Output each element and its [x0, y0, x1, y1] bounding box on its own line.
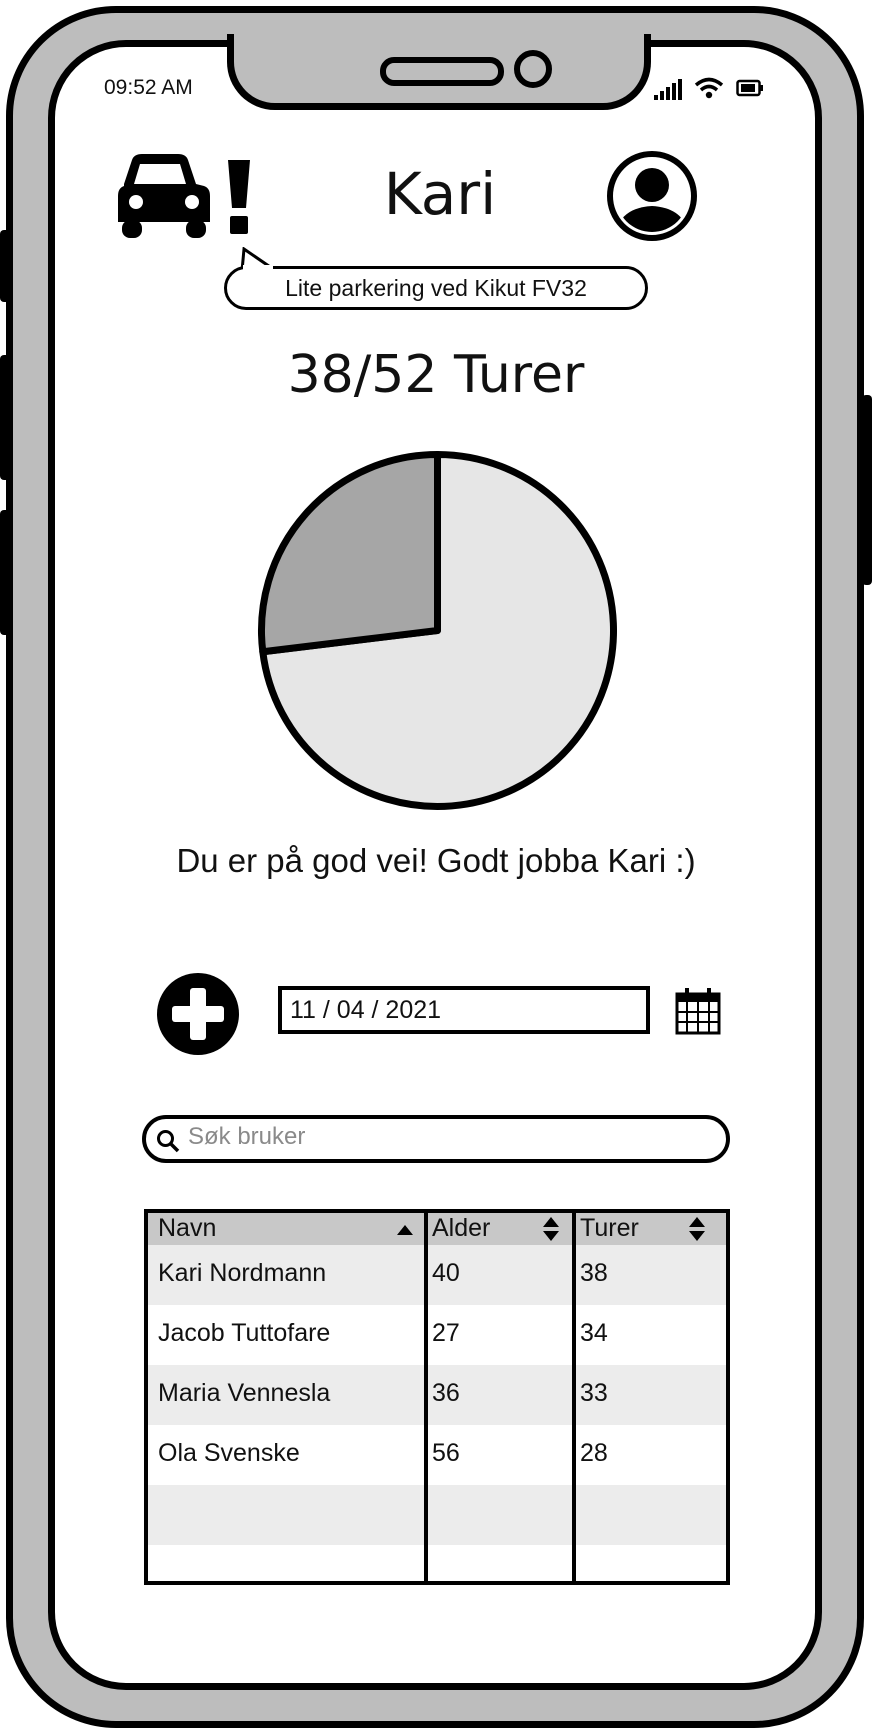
cell-alder: 36	[432, 1379, 460, 1407]
table-row[interactable]: Ola Svenske 56 28	[148, 1425, 726, 1485]
sort-toggle-icon[interactable]	[542, 1216, 560, 1242]
table-header: Navn Alder Turer	[148, 1213, 726, 1245]
progress-pie-chart	[258, 451, 617, 810]
table-row[interactable]	[148, 1545, 726, 1581]
user-search-field[interactable]: Søk bruker	[142, 1115, 730, 1163]
plus-circle-icon[interactable]	[155, 971, 241, 1057]
trip-counter: 38/52 Turer	[287, 345, 585, 405]
column-header-navn[interactable]: Navn	[158, 1213, 216, 1243]
status-time: 09:52 AM	[104, 76, 193, 99]
sort-ascending-icon[interactable]	[396, 1224, 414, 1236]
column-divider	[424, 1213, 428, 1581]
table-row[interactable]: Jacob Tuttofare 27 34	[148, 1305, 726, 1365]
exclamation-icon	[228, 160, 250, 234]
battery-icon	[736, 79, 763, 97]
calendar-icon[interactable]	[674, 986, 722, 1036]
cell-navn: Ola Svenske	[158, 1439, 300, 1467]
user-avatar-icon[interactable]	[606, 150, 698, 242]
front-camera	[514, 50, 552, 88]
table-row[interactable]: Kari Nordmann 40 38	[148, 1245, 726, 1305]
cell-navn: Kari Nordmann	[158, 1259, 327, 1287]
pie-slice-remaining	[258, 451, 441, 656]
cell-alder: 27	[432, 1319, 460, 1347]
wifi-icon	[694, 77, 724, 99]
page-title: Kari	[383, 160, 497, 228]
speaker	[380, 57, 504, 86]
sort-toggle-icon[interactable]	[688, 1216, 706, 1242]
cell-turer: 38	[580, 1259, 608, 1287]
cell-navn: Maria Vennesla	[158, 1379, 331, 1407]
cell-alder: 40	[432, 1259, 460, 1287]
cell-navn: Jacob Tuttofare	[158, 1319, 331, 1347]
power-button	[862, 395, 872, 585]
date-input[interactable]: 11 / 04 / 2021	[278, 986, 650, 1034]
mute-switch	[0, 230, 10, 302]
car-alert-icon[interactable]	[114, 152, 214, 240]
encouragement-message: Du er på god vei! Godt jobba Kari :)	[176, 842, 696, 879]
search-placeholder: Søk bruker	[188, 1123, 306, 1150]
column-header-alder[interactable]: Alder	[432, 1213, 490, 1243]
volume-down-button	[0, 510, 10, 635]
cell-turer: 34	[580, 1319, 608, 1347]
users-table: Navn Alder Turer Kari Nordmann 40 38 Jac…	[144, 1209, 730, 1585]
table-row[interactable]	[148, 1485, 726, 1545]
cell-turer: 33	[580, 1379, 608, 1407]
bubble-tail-joint	[243, 265, 273, 271]
cellular-signal-icon	[654, 78, 684, 100]
column-header-turer[interactable]: Turer	[580, 1213, 639, 1243]
notification-bubble[interactable]: Lite parkering ved Kikut FV32	[224, 266, 648, 310]
cell-turer: 28	[580, 1439, 608, 1467]
table-row[interactable]: Maria Vennesla 36 33	[148, 1365, 726, 1425]
cell-alder: 56	[432, 1439, 460, 1467]
search-icon	[157, 1130, 180, 1153]
volume-up-button	[0, 355, 10, 480]
column-divider	[572, 1213, 576, 1581]
